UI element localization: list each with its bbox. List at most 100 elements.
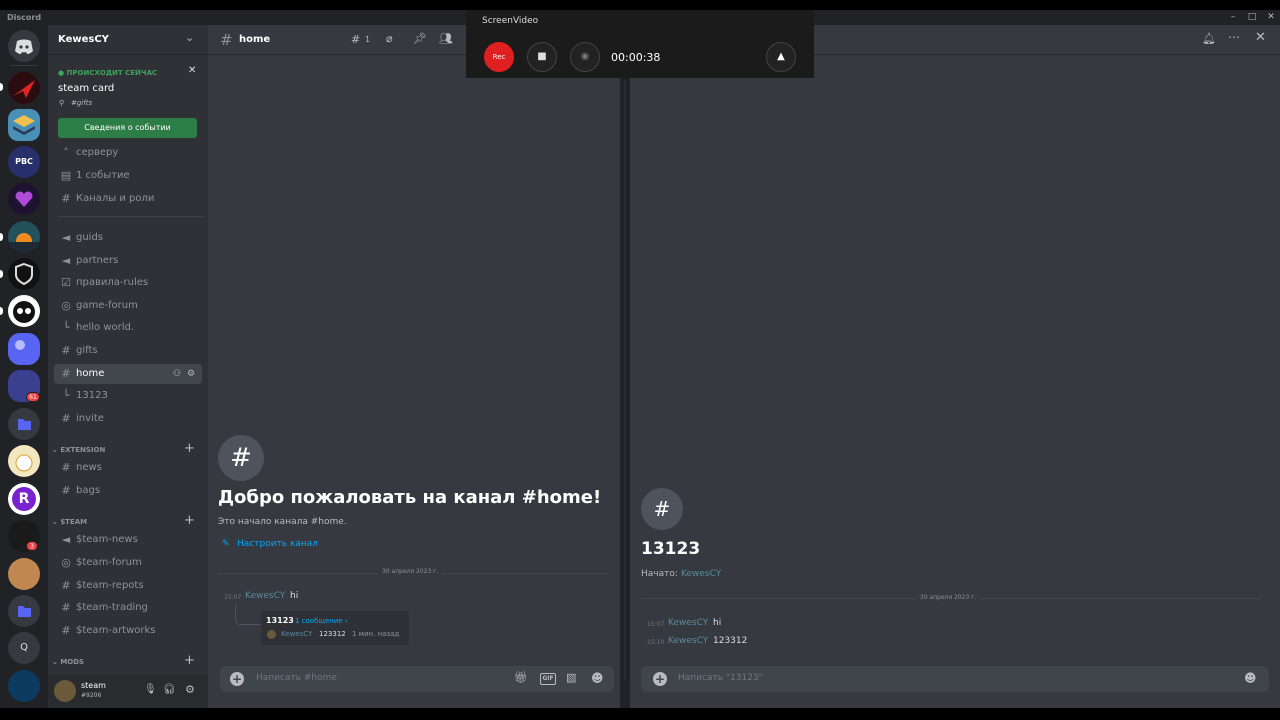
category-mods[interactable]: ⌄ MODS (52, 658, 84, 666)
user-tag: #9206 (81, 692, 102, 699)
server-icon-layers[interactable] (8, 109, 40, 141)
server-icon-hosting[interactable] (8, 183, 40, 215)
separator (10, 65, 38, 66)
gif-icon[interactable]: GIF (540, 673, 556, 685)
gift-icon[interactable]: 🎁︎ (514, 671, 528, 684)
event-title: steam card (58, 83, 115, 94)
forum-icon: ◎ (61, 299, 71, 312)
server-icon-cat[interactable] (8, 445, 40, 477)
server-icon-r[interactable]: R (8, 483, 40, 515)
server-icon-sunset[interactable] (8, 221, 40, 253)
folder-icon[interactable] (8, 408, 40, 440)
gear-icon[interactable]: ⚙ (187, 364, 195, 384)
server-folder-icon[interactable] (8, 333, 40, 365)
channel-team-news[interactable]: ◄ $team-news (54, 530, 202, 550)
pane-divider[interactable] (620, 25, 630, 708)
thread-branch-icon: └ (62, 321, 70, 334)
channel-team-repots[interactable]: # $team-repots (54, 576, 202, 596)
close-thread-icon[interactable]: ✕ (1255, 30, 1266, 45)
add-attachment-icon[interactable]: + (653, 672, 667, 686)
unread-indicator (0, 83, 3, 91)
channel-game-forum[interactable]: ◎ game-forum (54, 296, 202, 316)
megaphone-icon: ◄ (61, 254, 71, 267)
channel-guids[interactable]: ◄ guids (54, 228, 202, 248)
event-status: ● ПРОИСХОДИТ СЕЙЧАС (58, 69, 158, 77)
message-author[interactable]: KewesCY (668, 618, 708, 628)
thread-hello-world[interactable]: └ hello world. (54, 318, 202, 338)
channel-gifts[interactable]: # gifts (54, 341, 202, 361)
message-input[interactable]: Написать #home (256, 673, 337, 683)
message-timestamp: 15:07 (647, 621, 665, 628)
channel-invite[interactable]: # invite (54, 409, 202, 429)
more-options-icon[interactable]: ⋯ (1228, 30, 1240, 44)
minimize-button[interactable]: – (1224, 11, 1242, 24)
category-extension[interactable]: ⌄ EXTENSION (52, 446, 105, 454)
server-icon-blue[interactable] (8, 670, 40, 702)
microphone-icon[interactable]: 🎙︎ (144, 684, 157, 695)
record-button[interactable]: Rec (484, 42, 514, 72)
server-icon-panda[interactable] (8, 295, 40, 327)
message-author[interactable]: KewesCY (668, 636, 708, 646)
thread-started-by[interactable]: KewesCY (681, 569, 721, 579)
thread-icon: # (641, 488, 683, 530)
channel-news[interactable]: # news (54, 458, 202, 478)
channel-events[interactable]: ▤ 1 событие (54, 166, 202, 186)
emoji-icon[interactable]: ☻ (591, 671, 604, 685)
calendar-icon: ▤ (60, 169, 72, 182)
edit-channel-link[interactable]: Настроить канал (237, 539, 318, 549)
thread-message-count[interactable]: 1 сообщение › (295, 617, 348, 625)
server-icon-shield[interactable] (8, 258, 40, 290)
channel-server-guide[interactable]: ˄ серверу (54, 143, 202, 165)
channel-team-trading[interactable]: # $team-trading (54, 598, 202, 618)
close-window-button[interactable]: ✕ (1262, 11, 1280, 24)
pin-icon[interactable]: 📌︎ (413, 32, 427, 45)
channel-rules[interactable]: ☑ правила-rules (54, 273, 202, 293)
close-icon[interactable]: ✕ (188, 65, 196, 76)
headphones-icon[interactable]: 🎧︎ (163, 684, 176, 695)
event-details-button[interactable]: Сведения о событии (58, 118, 197, 138)
add-channel-icon[interactable]: + (184, 513, 195, 528)
sticker-icon[interactable]: ▧ (566, 671, 576, 684)
resize-handle[interactable] (624, 80, 626, 680)
mute-bell-icon[interactable]: ⌀ (386, 32, 393, 45)
server-icon-pbc[interactable]: PBC (8, 146, 40, 178)
members-icon[interactable]: 👥︎ (439, 32, 453, 45)
channel-roles[interactable]: # Каналы и роли (54, 189, 202, 209)
add-channel-icon[interactable]: + (184, 441, 195, 456)
chevron-down-icon: ⌄ (185, 31, 195, 44)
webcam-button[interactable]: ◉ (570, 42, 600, 72)
recorder-title: ScreenVideo (482, 16, 539, 26)
expand-button[interactable]: ▲ (766, 42, 796, 72)
add-attachment-icon[interactable]: + (230, 672, 244, 686)
folder-icon[interactable] (8, 595, 40, 627)
channel-home[interactable]: # home ⚇ ⚙ (54, 364, 202, 384)
channel-hash-icon: # (218, 435, 264, 481)
add-channel-icon[interactable]: + (184, 653, 195, 668)
settings-gear-icon[interactable]: ⚙ (185, 683, 195, 696)
thread-last-time: 1 мин. назад (352, 630, 400, 638)
channel-bags[interactable]: # bags (54, 481, 202, 501)
emoji-icon[interactable]: ☻ (1244, 671, 1257, 685)
thread-started-label: Начато: (641, 569, 678, 579)
server-icon-q[interactable]: Q (8, 632, 40, 664)
maximize-button[interactable]: □ (1243, 11, 1261, 24)
bell-icon[interactable]: 🔔︎ (1202, 32, 1216, 45)
unread-indicator (0, 270, 3, 278)
server-icon-red-jet[interactable] (8, 72, 40, 104)
thread-input[interactable]: Написать "13123" (678, 673, 763, 683)
channel-team-artworks[interactable]: # $team-artworks (54, 621, 202, 641)
discord-home-icon[interactable] (8, 30, 40, 62)
channel-team-forum[interactable]: ◎ $team-forum (54, 553, 202, 573)
channel-partners[interactable]: ◄ partners (54, 251, 202, 271)
server-icon-face[interactable] (8, 558, 40, 590)
thread-preview[interactable]: 13123 1 сообщение › KewesCY 123312 1 мин… (261, 611, 409, 645)
category-team[interactable]: ⌄ $TEAM (52, 518, 87, 526)
message-author[interactable]: KewesCY (245, 591, 285, 601)
threads-icon[interactable]: # (351, 33, 360, 46)
mention-badge: 61 (26, 392, 40, 402)
stop-button[interactable]: ■ (527, 42, 557, 72)
server-header[interactable]: KewesCY ⌄ (48, 25, 208, 55)
add-member-icon[interactable]: ⚇ (173, 364, 181, 384)
thread-13123[interactable]: └ 13123 (54, 386, 202, 406)
avatar[interactable] (54, 680, 76, 702)
